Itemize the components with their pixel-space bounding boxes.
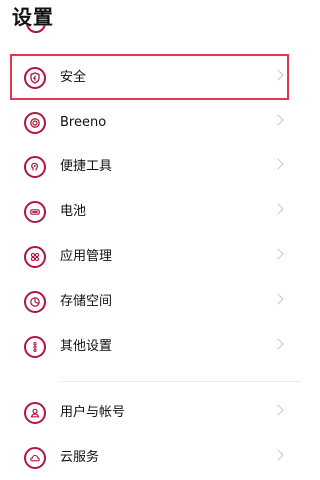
section-divider <box>60 381 301 382</box>
chevron-right-icon <box>272 293 284 305</box>
settings-item-label: 用户与帐号 <box>60 405 126 420</box>
settings-item-label: 便捷工具 <box>60 159 113 174</box>
partial-item-icon <box>26 25 46 43</box>
selection-highlight <box>10 54 289 100</box>
chevron-right-icon <box>272 203 284 215</box>
settings-item-apps[interactable]: 应用管理 <box>0 235 301 279</box>
settings-item-other[interactable]: 其他设置 <box>0 325 301 369</box>
chevron-right-icon <box>272 248 284 260</box>
settings-item-label: 电池 <box>60 204 87 219</box>
settings-item-label: 存储空间 <box>60 294 113 309</box>
settings-item-breeno[interactable]: Breeno <box>0 101 301 145</box>
chevron-right-icon <box>272 114 284 126</box>
chevron-right-icon <box>272 449 284 461</box>
battery-icon <box>24 201 46 223</box>
chevron-right-icon <box>272 404 284 416</box>
settings-item-label: Breeno <box>60 115 107 130</box>
storage-icon <box>24 291 46 313</box>
breeno-icon <box>24 112 46 134</box>
apps-icon <box>24 246 46 268</box>
settings-item-storage[interactable]: 存储空间 <box>0 280 301 324</box>
settings-item-label: 云服务 <box>60 450 100 465</box>
settings-item-label: 应用管理 <box>60 249 113 264</box>
settings-item-label: 其他设置 <box>60 339 113 354</box>
settings-item-tools[interactable]: 便捷工具 <box>0 145 301 189</box>
user-icon <box>24 402 46 424</box>
chevron-right-icon <box>272 338 284 350</box>
more-icon <box>24 336 46 358</box>
settings-item-battery[interactable]: 电池 <box>0 190 301 234</box>
chevron-right-icon <box>272 158 284 170</box>
tools-icon <box>24 156 46 178</box>
settings-item-user-account[interactable]: 用户与帐号 <box>0 391 301 435</box>
settings-item-cloud[interactable]: 云服务 <box>0 436 301 480</box>
cloud-icon <box>24 447 46 469</box>
